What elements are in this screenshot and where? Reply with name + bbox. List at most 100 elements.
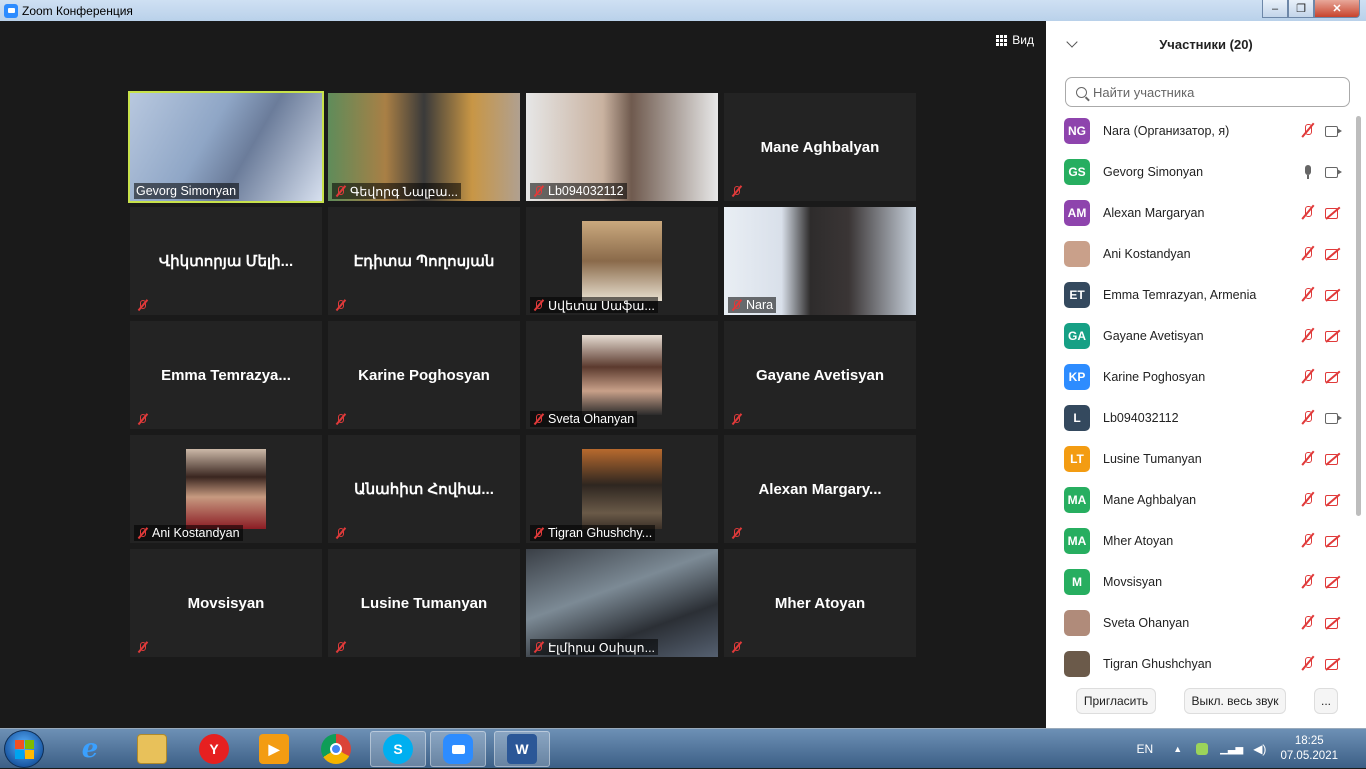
- participant-row[interactable]: KP Karine Poghosyan: [1046, 356, 1354, 397]
- video-tile[interactable]: Գեվորգ Նալբա...: [328, 93, 520, 201]
- participant-row[interactable]: GA Gayane Avetisyan: [1046, 315, 1354, 356]
- tile-name-label: Tigran Ghushchy...: [530, 525, 656, 541]
- video-tile[interactable]: Սվետա Սաֆա...: [526, 207, 718, 315]
- camera-off-icon[interactable]: [1325, 370, 1343, 384]
- mic-muted-icon[interactable]: [1301, 287, 1315, 303]
- mic-muted-icon[interactable]: [1301, 369, 1315, 385]
- maximize-button[interactable]: ❐: [1288, 0, 1314, 18]
- mic-on-icon[interactable]: [1301, 164, 1315, 180]
- participant-name: Mher Atoyan: [1103, 533, 1174, 548]
- participant-row[interactable]: Sveta Ohanyan: [1046, 602, 1354, 643]
- video-tile[interactable]: Nara: [724, 207, 916, 315]
- camera-off-icon[interactable]: [1325, 493, 1343, 507]
- camera-off-icon[interactable]: [1325, 206, 1343, 220]
- camera-on-icon[interactable]: [1325, 411, 1343, 425]
- zoom-app-icon: [4, 3, 18, 18]
- camera-off-icon[interactable]: [1325, 575, 1343, 589]
- taskbar-skype[interactable]: S: [370, 731, 426, 767]
- participant-row[interactable]: NG Nara (Организатор, я): [1046, 110, 1354, 151]
- mic-muted-icon[interactable]: [1301, 410, 1315, 426]
- video-tile[interactable]: Lusine Tumanyan: [328, 549, 520, 657]
- camera-on-icon[interactable]: [1325, 165, 1343, 179]
- video-tile[interactable]: Lb094032112: [526, 93, 718, 201]
- video-tile[interactable]: Էլմիրա Օսիպո...: [526, 549, 718, 657]
- view-button[interactable]: Вид: [996, 33, 1034, 47]
- participant-row[interactable]: Tigran Ghushchyan: [1046, 643, 1354, 680]
- camera-off-icon[interactable]: [1325, 452, 1343, 466]
- more-options-button[interactable]: ...: [1314, 688, 1338, 714]
- network-icon[interactable]: ▁▃▅: [1220, 744, 1243, 755]
- taskbar-yandex-browser[interactable]: Y: [186, 731, 242, 767]
- mic-muted-icon[interactable]: [1301, 205, 1315, 221]
- video-tile[interactable]: Վիկտորյա Մելի...: [130, 207, 322, 315]
- volume-icon[interactable]: ◀): [1253, 742, 1266, 756]
- language-indicator[interactable]: EN: [1137, 742, 1154, 756]
- scrollbar-thumb[interactable]: [1356, 116, 1361, 516]
- video-tile[interactable]: Sveta Ohanyan: [526, 321, 718, 429]
- participant-row[interactable]: AM Alexan Margaryan: [1046, 192, 1354, 233]
- participant-avatar: M: [1064, 568, 1090, 595]
- video-tile[interactable]: Emma Temrazya...: [130, 321, 322, 429]
- participant-row[interactable]: Ani Kostandyan: [1046, 233, 1354, 274]
- mic-muted-icon[interactable]: [1301, 656, 1315, 672]
- camera-off-icon[interactable]: [1325, 616, 1343, 630]
- participant-row[interactable]: ET Emma Temrazyan, Armenia: [1046, 274, 1354, 315]
- camera-off-icon[interactable]: [1325, 288, 1343, 302]
- mic-muted-icon[interactable]: [1301, 123, 1315, 139]
- participant-list-scrollbar[interactable]: [1355, 110, 1362, 680]
- video-tile[interactable]: Անահիտ Հովհա...: [328, 435, 520, 543]
- camera-on-icon[interactable]: [1325, 124, 1343, 138]
- clock[interactable]: 18:25 07.05.2021: [1280, 734, 1338, 764]
- mic-muted-icon[interactable]: [1301, 328, 1315, 344]
- mute-all-button[interactable]: Выкл. весь звук: [1184, 688, 1286, 714]
- mic-muted-icon: [136, 527, 148, 539]
- participant-name-center: Emma Temrazya...: [161, 366, 291, 384]
- tile-name-label: [332, 411, 353, 427]
- video-tile[interactable]: Movsisyan: [130, 549, 322, 657]
- camera-off-icon[interactable]: [1325, 329, 1343, 343]
- close-button[interactable]: ✕: [1314, 0, 1360, 18]
- participant-search-input[interactable]: Найти участника: [1065, 77, 1350, 107]
- video-tile[interactable]: Mher Atoyan: [724, 549, 916, 657]
- tile-name-label: Էլմիրա Օսիպո...: [530, 639, 659, 655]
- camera-off-icon[interactable]: [1325, 247, 1343, 261]
- video-tile[interactable]: Gevorg Simonyan: [128, 91, 324, 203]
- video-tile[interactable]: Mane Aghbalyan: [724, 93, 916, 201]
- participant-row[interactable]: L Lb094032112: [1046, 397, 1354, 438]
- video-tile[interactable]: Karine Poghosyan: [328, 321, 520, 429]
- participant-row[interactable]: M Movsisyan: [1046, 561, 1354, 602]
- taskbar-file-explorer[interactable]: [124, 731, 180, 767]
- participant-row[interactable]: GS Gevorg Simonyan: [1046, 151, 1354, 192]
- participant-name: Tigran Ghushchyan: [1103, 656, 1212, 671]
- invite-button[interactable]: Пригласить: [1076, 688, 1156, 714]
- mic-muted-icon[interactable]: [1301, 451, 1315, 467]
- video-tile[interactable]: Ani Kostandyan: [130, 435, 322, 543]
- collapse-chevron-icon[interactable]: [1066, 36, 1078, 48]
- camera-off-icon[interactable]: [1325, 657, 1343, 671]
- mic-muted-icon[interactable]: [1301, 533, 1315, 549]
- participant-name: Sveta Ohanyan: [1103, 615, 1190, 630]
- video-tile[interactable]: Alexan Margary...: [724, 435, 916, 543]
- mic-muted-icon[interactable]: [1301, 615, 1315, 631]
- tray-app-icon[interactable]: [1196, 743, 1209, 755]
- taskbar-chrome[interactable]: [308, 731, 364, 767]
- camera-off-icon[interactable]: [1325, 534, 1343, 548]
- taskbar-internet-explorer[interactable]: e: [62, 731, 118, 767]
- mic-muted-icon[interactable]: [1301, 246, 1315, 262]
- show-hidden-icons-icon[interactable]: ▲: [1173, 744, 1182, 754]
- video-tile[interactable]: Էդիտա Պողոսյան: [328, 207, 520, 315]
- video-tile[interactable]: Tigran Ghushchy...: [526, 435, 718, 543]
- mic-muted-icon[interactable]: [1301, 574, 1315, 590]
- participant-row[interactable]: MA Mane Aghbalyan: [1046, 479, 1354, 520]
- start-button[interactable]: [4, 730, 44, 768]
- taskbar-media-player[interactable]: ▶: [246, 731, 302, 767]
- video-tile[interactable]: Gayane Avetisyan: [724, 321, 916, 429]
- mic-muted-icon[interactable]: [1301, 492, 1315, 508]
- participant-avatar: GA: [1064, 322, 1090, 349]
- taskbar-word[interactable]: W: [494, 731, 550, 767]
- participant-row[interactable]: MA Mher Atoyan: [1046, 520, 1354, 561]
- minimize-button[interactable]: –: [1262, 0, 1288, 18]
- tile-name-label: Գեվորգ Նալբա...: [332, 183, 462, 199]
- taskbar-zoom[interactable]: [430, 731, 486, 767]
- participant-row[interactable]: LT Lusine Tumanyan: [1046, 438, 1354, 479]
